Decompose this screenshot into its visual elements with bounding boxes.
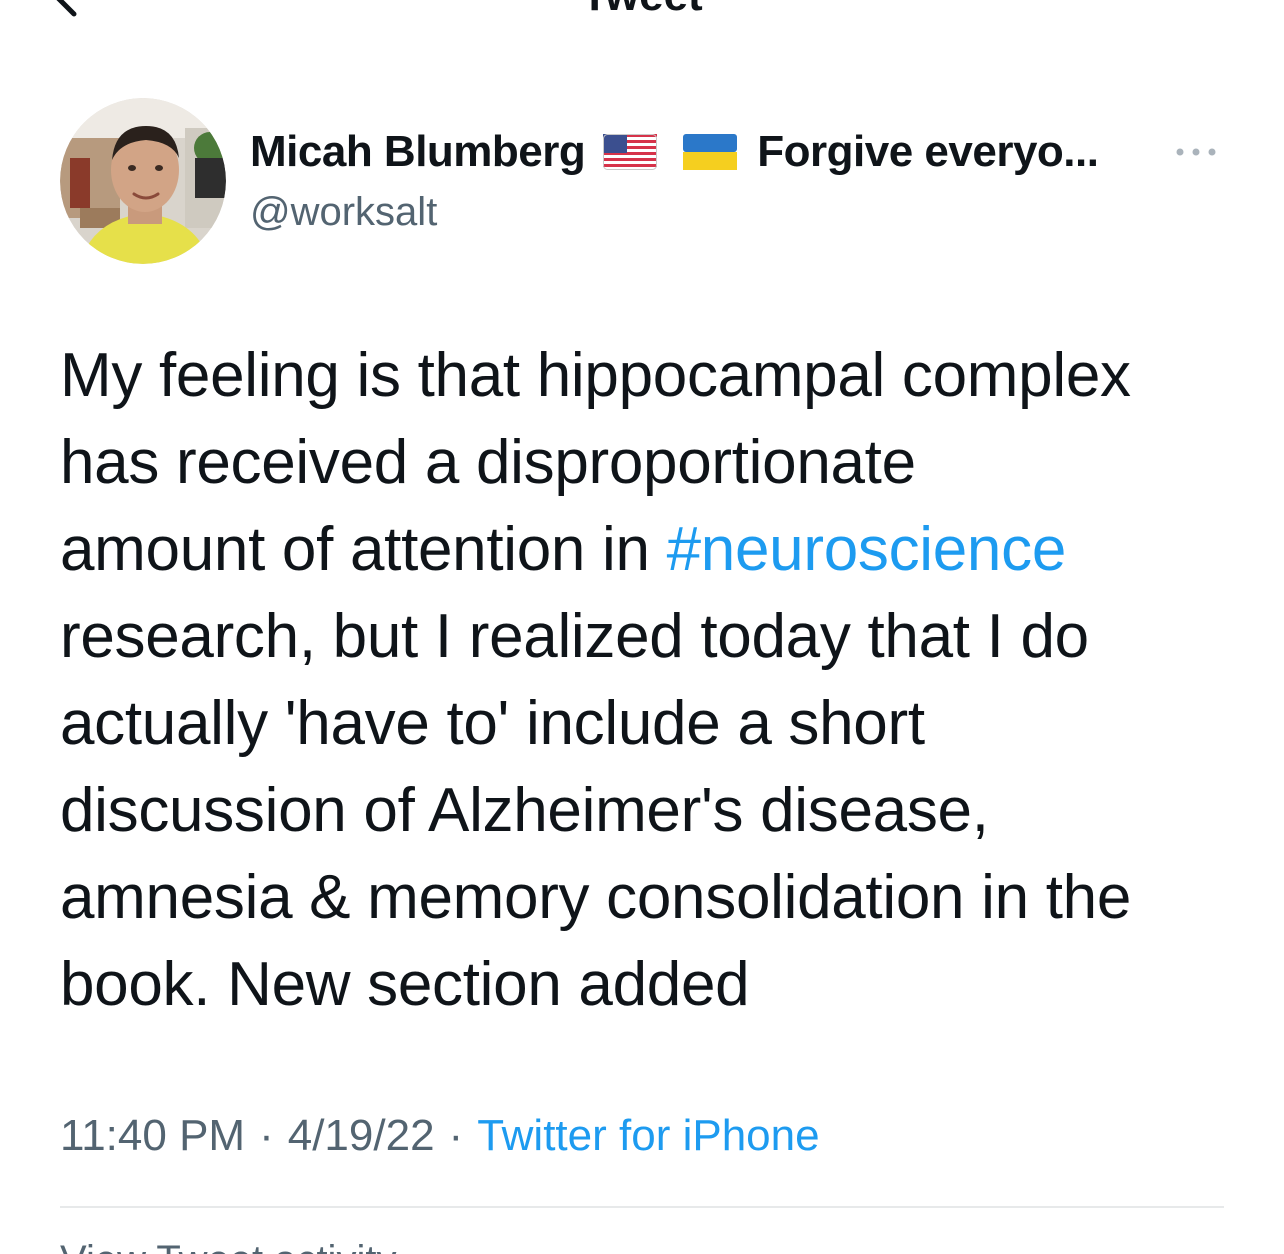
tweet-line: amnesia & memory consolidation in the [60,863,1131,932]
tweet-detail-page: Tweet [0,0,1284,1254]
tweet-line: book. New section added [60,950,750,1019]
tweet-line: has received a disproportionate [60,428,916,497]
tweet-meta: 11:40 PM · 4/19/22 · Twitter for iPhone [60,1108,820,1164]
view-tweet-activity-link[interactable]: View Tweet activity [60,1240,396,1254]
author-name: Micah Blumberg [250,127,586,176]
author-name-suffix: Forgive everyo... [757,127,1099,176]
tweet-line: research, but I realized today that I do [60,602,1089,671]
author-name-row[interactable]: Micah Blumberg Forgive everyo... [250,124,1210,180]
tweet-text: My feeling is that hippocampal complex h… [60,332,1250,1028]
tweet-line: amount of attention in #neuroscience [60,506,1250,593]
tweet-line-text: amount of attention in [60,515,667,584]
page-title: Tweet [0,0,1284,18]
tweet-line: actually 'have to' include a short [60,689,925,758]
ukraine-flag-icon [683,134,738,170]
tweet-date[interactable]: 4/19/22 [288,1111,435,1160]
author-handle[interactable]: @worksalt [250,186,437,238]
us-flag-icon [603,134,658,170]
meta-separator: · [448,1111,464,1160]
tweet-line: discussion of Alzheimer's disease, [60,776,989,845]
tweet-line: My feeling is that hippocampal complex [60,341,1131,410]
hashtag-link[interactable]: #neuroscience [667,515,1067,584]
avatar[interactable] [60,98,226,264]
ellipsis-icon[interactable] [1172,140,1222,164]
tweet-source-link[interactable]: Twitter for iPhone [477,1111,819,1160]
meta-separator: · [259,1111,274,1160]
divider [60,1206,1224,1208]
tweet-time[interactable]: 11:40 PM [60,1111,245,1160]
